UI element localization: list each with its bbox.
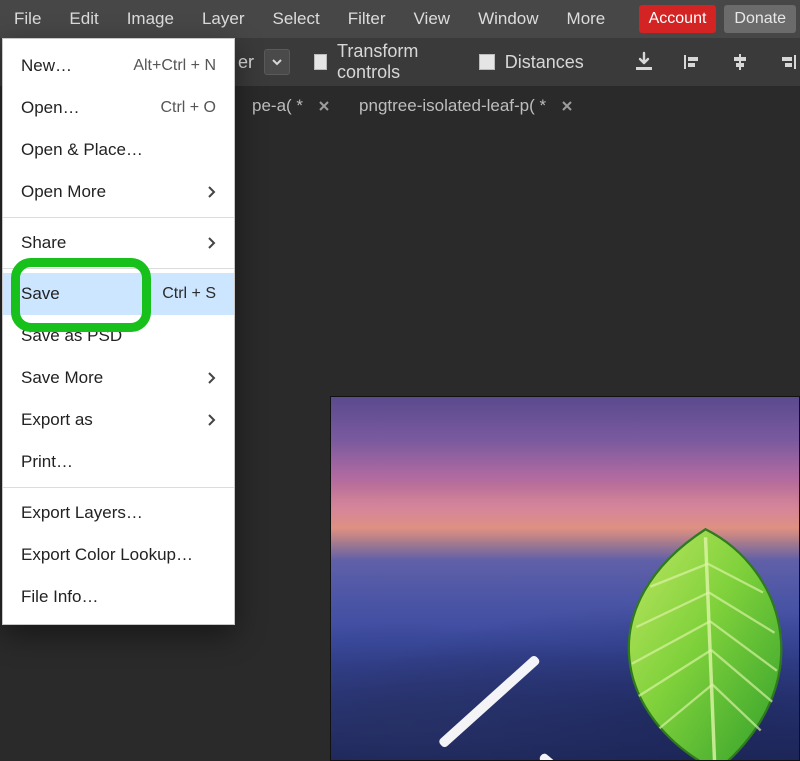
menu-file[interactable]: File <box>0 0 55 38</box>
menu-item-label: Open & Place… <box>21 140 216 160</box>
align-left-icon[interactable] <box>680 47 704 77</box>
menu-item-share[interactable]: Share <box>3 222 234 264</box>
menu-item-open-place[interactable]: Open & Place… <box>3 129 234 171</box>
chevron-right-icon <box>206 413 216 427</box>
menubar: File Edit Image Layer Select Filter View… <box>0 0 800 38</box>
menu-item-open-more[interactable]: Open More <box>3 171 234 213</box>
download-icon[interactable] <box>632 47 656 77</box>
checkbox-icon <box>314 54 327 70</box>
menu-item-label: File Info… <box>21 587 216 607</box>
menu-item-save-as-psd[interactable]: Save as PSD <box>3 315 234 357</box>
menu-edit[interactable]: Edit <box>55 0 112 38</box>
menu-item-new[interactable]: New… Alt+Ctrl + N <box>3 45 234 87</box>
menu-item-label: Export Color Lookup… <box>21 545 216 565</box>
menu-item-export-color-lookup[interactable]: Export Color Lookup… <box>3 534 234 576</box>
chevron-right-icon <box>206 185 216 199</box>
menu-item-label: Open More <box>21 182 206 202</box>
menu-select[interactable]: Select <box>258 0 333 38</box>
document-tab[interactable]: pe-a( * <box>238 86 345 126</box>
leaf-layer[interactable] <box>579 520 800 761</box>
file-menu-dropdown: New… Alt+Ctrl + N Open… Ctrl + O Open & … <box>2 38 235 625</box>
menu-item-label: Print… <box>21 452 216 472</box>
tool-dropdown[interactable]: er <box>238 49 290 75</box>
canvas-document[interactable] <box>330 396 800 761</box>
menu-item-shortcut: Ctrl + O <box>160 99 216 117</box>
menu-filter[interactable]: Filter <box>334 0 400 38</box>
menu-item-label: Save <box>21 284 162 304</box>
chevron-right-icon <box>206 371 216 385</box>
menu-item-print[interactable]: Print… <box>3 441 234 483</box>
donate-button[interactable]: Donate <box>724 5 796 33</box>
tool-dropdown-label: er <box>238 52 254 73</box>
menu-separator <box>3 487 234 488</box>
close-icon[interactable] <box>560 99 574 113</box>
distances-checkbox[interactable]: Distances <box>479 52 584 73</box>
tab-label: pe-a( * <box>252 96 303 116</box>
menu-item-label: Open… <box>21 98 160 118</box>
checkbox-icon <box>479 54 495 70</box>
align-right-icon[interactable] <box>776 47 800 77</box>
menu-item-file-info[interactable]: File Info… <box>3 576 234 618</box>
menu-item-label: New… <box>21 56 133 76</box>
menu-item-open[interactable]: Open… Ctrl + O <box>3 87 234 129</box>
menu-more[interactable]: More <box>553 0 620 38</box>
menu-item-label: Save More <box>21 368 206 388</box>
menu-item-label: Export as <box>21 410 206 430</box>
menu-item-label: Export Layers… <box>21 503 216 523</box>
chevron-down-icon[interactable] <box>264 49 290 75</box>
tab-label: pngtree-isolated-leaf-p( * <box>359 96 546 116</box>
menu-item-shortcut: Alt+Ctrl + N <box>133 57 216 75</box>
transform-controls-checkbox[interactable]: Transform controls <box>314 41 455 83</box>
document-tab[interactable]: pngtree-isolated-leaf-p( * <box>345 86 588 126</box>
menu-view[interactable]: View <box>400 0 465 38</box>
menu-image[interactable]: Image <box>113 0 188 38</box>
menu-item-label: Share <box>21 233 206 253</box>
menu-item-save[interactable]: Save Ctrl + S <box>3 273 234 315</box>
close-icon[interactable] <box>317 99 331 113</box>
chevron-right-icon <box>206 236 216 250</box>
menu-item-save-more[interactable]: Save More <box>3 357 234 399</box>
menu-item-export-layers[interactable]: Export Layers… <box>3 492 234 534</box>
menu-item-export-as[interactable]: Export as <box>3 399 234 441</box>
menu-item-label: Save as PSD <box>21 326 216 346</box>
transform-controls-label: Transform controls <box>337 41 455 83</box>
menu-item-shortcut: Ctrl + S <box>162 285 216 303</box>
menu-separator <box>3 217 234 218</box>
menu-window[interactable]: Window <box>464 0 552 38</box>
menu-layer[interactable]: Layer <box>188 0 259 38</box>
align-center-icon[interactable] <box>728 47 752 77</box>
account-button[interactable]: Account <box>639 5 717 33</box>
distances-label: Distances <box>505 52 584 73</box>
menu-separator <box>3 268 234 269</box>
